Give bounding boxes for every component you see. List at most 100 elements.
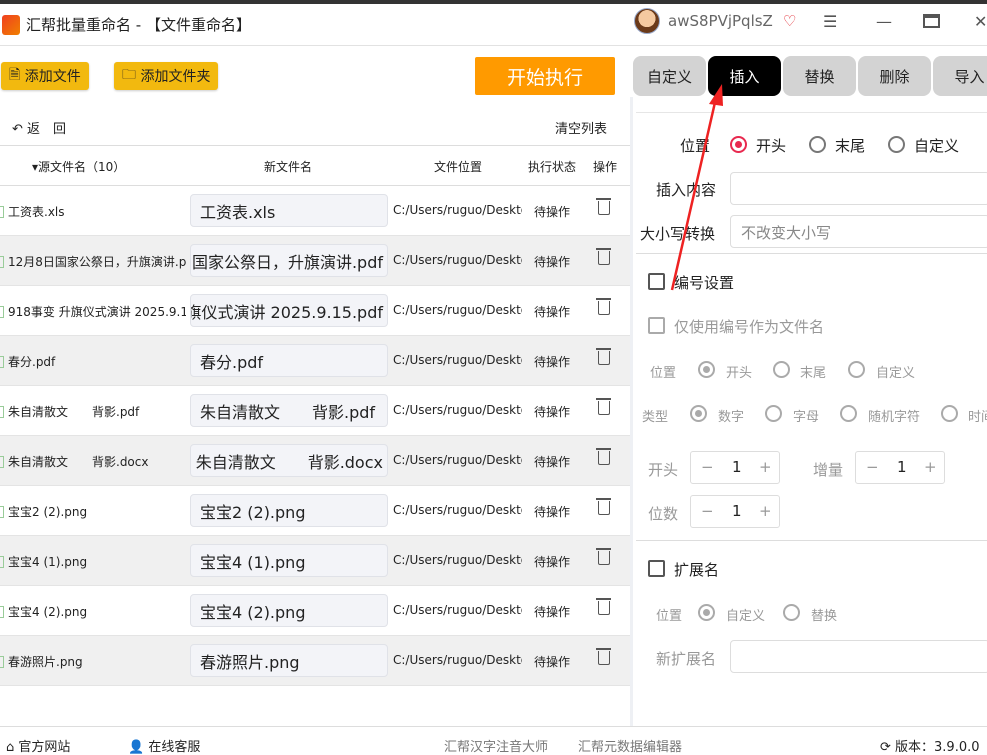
new-name-text[interactable]: 宝宝4 (1).png xyxy=(200,549,305,573)
ext-radio-replace[interactable] xyxy=(783,604,800,621)
insert-content-input[interactable] xyxy=(730,172,987,205)
ext-replace-label: 替换 xyxy=(811,609,838,624)
table-row[interactable]: 朱自清散文 背影.pdf 朱自清散文 背影.pdf C:/Users/ruguo… xyxy=(0,386,630,436)
trash-icon[interactable] xyxy=(596,298,611,315)
type-radio-number[interactable] xyxy=(690,405,707,422)
add-file-button[interactable]: 🗎 添加文件 xyxy=(1,62,89,90)
support-link[interactable]: 👤 在线客服 xyxy=(128,736,200,755)
minimize-icon[interactable]: — xyxy=(876,12,892,31)
ext-radio-custom[interactable] xyxy=(698,604,715,621)
numbering-checkbox[interactable] xyxy=(648,273,665,290)
trash-icon[interactable] xyxy=(596,198,611,215)
table-row[interactable]: 宝宝2 (2).png 宝宝2 (2).png C:/Users/ruguo/D… xyxy=(0,486,630,536)
trash-icon[interactable] xyxy=(596,498,611,515)
start-button[interactable]: 开始执行 xyxy=(475,57,615,95)
new-name-text[interactable]: 朱自清散文 背影.docx xyxy=(196,449,383,473)
tab-0[interactable]: 自定义 xyxy=(633,56,706,96)
table-row[interactable]: 春分.pdf 春分.pdf C:/Users/ruguo/Desktop 待操作 xyxy=(0,336,630,386)
website-link[interactable]: ⌂ 官方网站 xyxy=(6,736,70,755)
new-name-input[interactable]: 12月8日国家公祭日，升旗演讲.pdf xyxy=(190,244,388,277)
divider xyxy=(636,253,987,254)
num-radio-end[interactable] xyxy=(773,361,790,378)
add-file-label: 添加文件 xyxy=(24,69,81,85)
new-name-text[interactable]: 12月8日国家公祭日，升旗演讲.pdf xyxy=(191,249,383,273)
vip-icon[interactable]: ♡ xyxy=(783,12,796,30)
link-metadata[interactable]: 汇帮元数据编辑器 xyxy=(578,736,682,755)
tab-1[interactable]: 插入 xyxy=(708,56,781,96)
table-row[interactable]: 918事变 升旗仪式演讲 2025.9.15.pdf 918事变 升旗仪式演讲 … xyxy=(0,286,630,336)
trash-icon[interactable] xyxy=(596,448,611,465)
header-new: 新文件名 xyxy=(264,160,313,174)
trash-icon[interactable] xyxy=(596,248,611,265)
radio-end-label: 末尾 xyxy=(835,137,866,155)
back-button[interactable]: ↶ 返 回 xyxy=(12,118,66,137)
new-name-input[interactable]: 918事变 升旗仪式演讲 2025.9.15.pdf xyxy=(190,294,388,327)
new-name-text[interactable]: 春游照片.png xyxy=(200,649,300,673)
trash-icon[interactable] xyxy=(596,398,611,415)
type-time-label: 时间 xyxy=(968,410,987,425)
tab-2[interactable]: 替换 xyxy=(783,56,856,96)
ext-position-label: 位置 xyxy=(656,609,683,624)
header-source[interactable]: ▾源文件名（10） xyxy=(32,158,125,175)
source-text: 宝宝4 (2).png xyxy=(8,605,88,619)
num-radio-start[interactable] xyxy=(698,361,715,378)
start-stepper[interactable]: −1 + xyxy=(690,451,780,484)
trash-icon[interactable] xyxy=(596,648,611,665)
new-name-input[interactable]: 春分.pdf xyxy=(190,344,388,377)
add-folder-button[interactable]: 🗀 添加文件夹 xyxy=(114,62,219,90)
increment-stepper[interactable]: −1 + xyxy=(855,451,945,484)
new-name-text[interactable]: 工资表.xls xyxy=(200,199,275,223)
table-row[interactable]: 工资表.xls 工资表.xls C:/Users/ruguo/Desktop 待… xyxy=(0,186,630,236)
user-info[interactable]: awS8PVjPqlsZ ♡ xyxy=(634,8,796,34)
divider xyxy=(636,540,987,541)
only-number-label: 仅使用编号作为文件名 xyxy=(674,318,825,336)
new-name-text[interactable]: 918事变 升旗仪式演讲 2025.9.15.pdf xyxy=(191,299,383,323)
table-row[interactable]: 春游照片.png 春游照片.png C:/Users/ruguo/Desktop… xyxy=(0,636,630,686)
new-extension-input[interactable] xyxy=(730,640,987,673)
file-add-icon: 🗎 xyxy=(9,67,25,83)
new-name-text[interactable]: 宝宝4 (2).png xyxy=(200,599,305,623)
extension-checkbox[interactable] xyxy=(648,560,665,577)
radio-end[interactable] xyxy=(809,136,826,153)
new-name-text[interactable]: 宝宝2 (2).png xyxy=(200,499,305,523)
num-radio-custom[interactable] xyxy=(848,361,865,378)
new-name-input[interactable]: 宝宝2 (2).png xyxy=(190,494,388,527)
table-row[interactable]: 12月8日国家公祭日，升旗演讲.pdf 12月8日国家公祭日，升旗演讲.pdf … xyxy=(0,236,630,286)
trash-icon[interactable] xyxy=(596,598,611,615)
new-name-input[interactable]: 春游照片.png xyxy=(190,644,388,677)
case-select[interactable]: 不改变大小写 xyxy=(730,215,987,248)
new-name-text[interactable]: 春分.pdf xyxy=(200,349,263,373)
new-name-input[interactable]: 工资表.xls xyxy=(190,194,388,227)
start-value[interactable]: 1 xyxy=(732,458,742,476)
maximize-icon[interactable] xyxy=(923,14,940,28)
type-radio-random[interactable] xyxy=(840,405,857,422)
radio-start[interactable] xyxy=(730,136,747,153)
type-radio-letter[interactable] xyxy=(765,405,782,422)
new-name-input[interactable]: 朱自清散文 背影.pdf xyxy=(190,394,388,427)
avatar[interactable] xyxy=(634,8,660,34)
link-pinyin[interactable]: 汇帮汉字注音大师 xyxy=(444,736,548,755)
radio-custom[interactable] xyxy=(888,136,905,153)
new-name-input[interactable]: 朱自清散文 背影.docx xyxy=(190,444,388,477)
source-name: 春游照片.png xyxy=(0,653,186,670)
tab-3[interactable]: 删除 xyxy=(858,56,931,96)
close-icon[interactable]: ✕ xyxy=(974,12,987,31)
only-number-checkbox[interactable] xyxy=(648,317,665,334)
inc-value[interactable]: 1 xyxy=(897,458,907,476)
new-name-input[interactable]: 宝宝4 (2).png xyxy=(190,594,388,627)
new-name-text[interactable]: 朱自清散文 背影.pdf xyxy=(200,399,375,423)
tab-4[interactable]: 导入 xyxy=(933,56,987,96)
digits-value[interactable]: 1 xyxy=(732,502,742,520)
clear-list-button[interactable]: 清空列表 xyxy=(555,118,607,137)
table-row[interactable]: 宝宝4 (1).png 宝宝4 (1).png C:/Users/ruguo/D… xyxy=(0,536,630,586)
file-path: C:/Users/ruguo/Desktop xyxy=(393,303,522,317)
new-name-input[interactable]: 宝宝4 (1).png xyxy=(190,544,388,577)
trash-icon[interactable] xyxy=(596,348,611,365)
menu-icon[interactable]: ☰ xyxy=(823,12,837,31)
trash-icon[interactable] xyxy=(596,548,611,565)
type-radio-time[interactable] xyxy=(941,405,958,422)
digits-stepper[interactable]: −1 + xyxy=(690,495,780,528)
table-row[interactable]: 宝宝4 (2).png 宝宝4 (2).png C:/Users/ruguo/D… xyxy=(0,586,630,636)
source-name: 宝宝4 (2).png xyxy=(0,603,186,620)
table-row[interactable]: 朱自清散文 背影.docx 朱自清散文 背影.docx C:/Users/rug… xyxy=(0,436,630,486)
